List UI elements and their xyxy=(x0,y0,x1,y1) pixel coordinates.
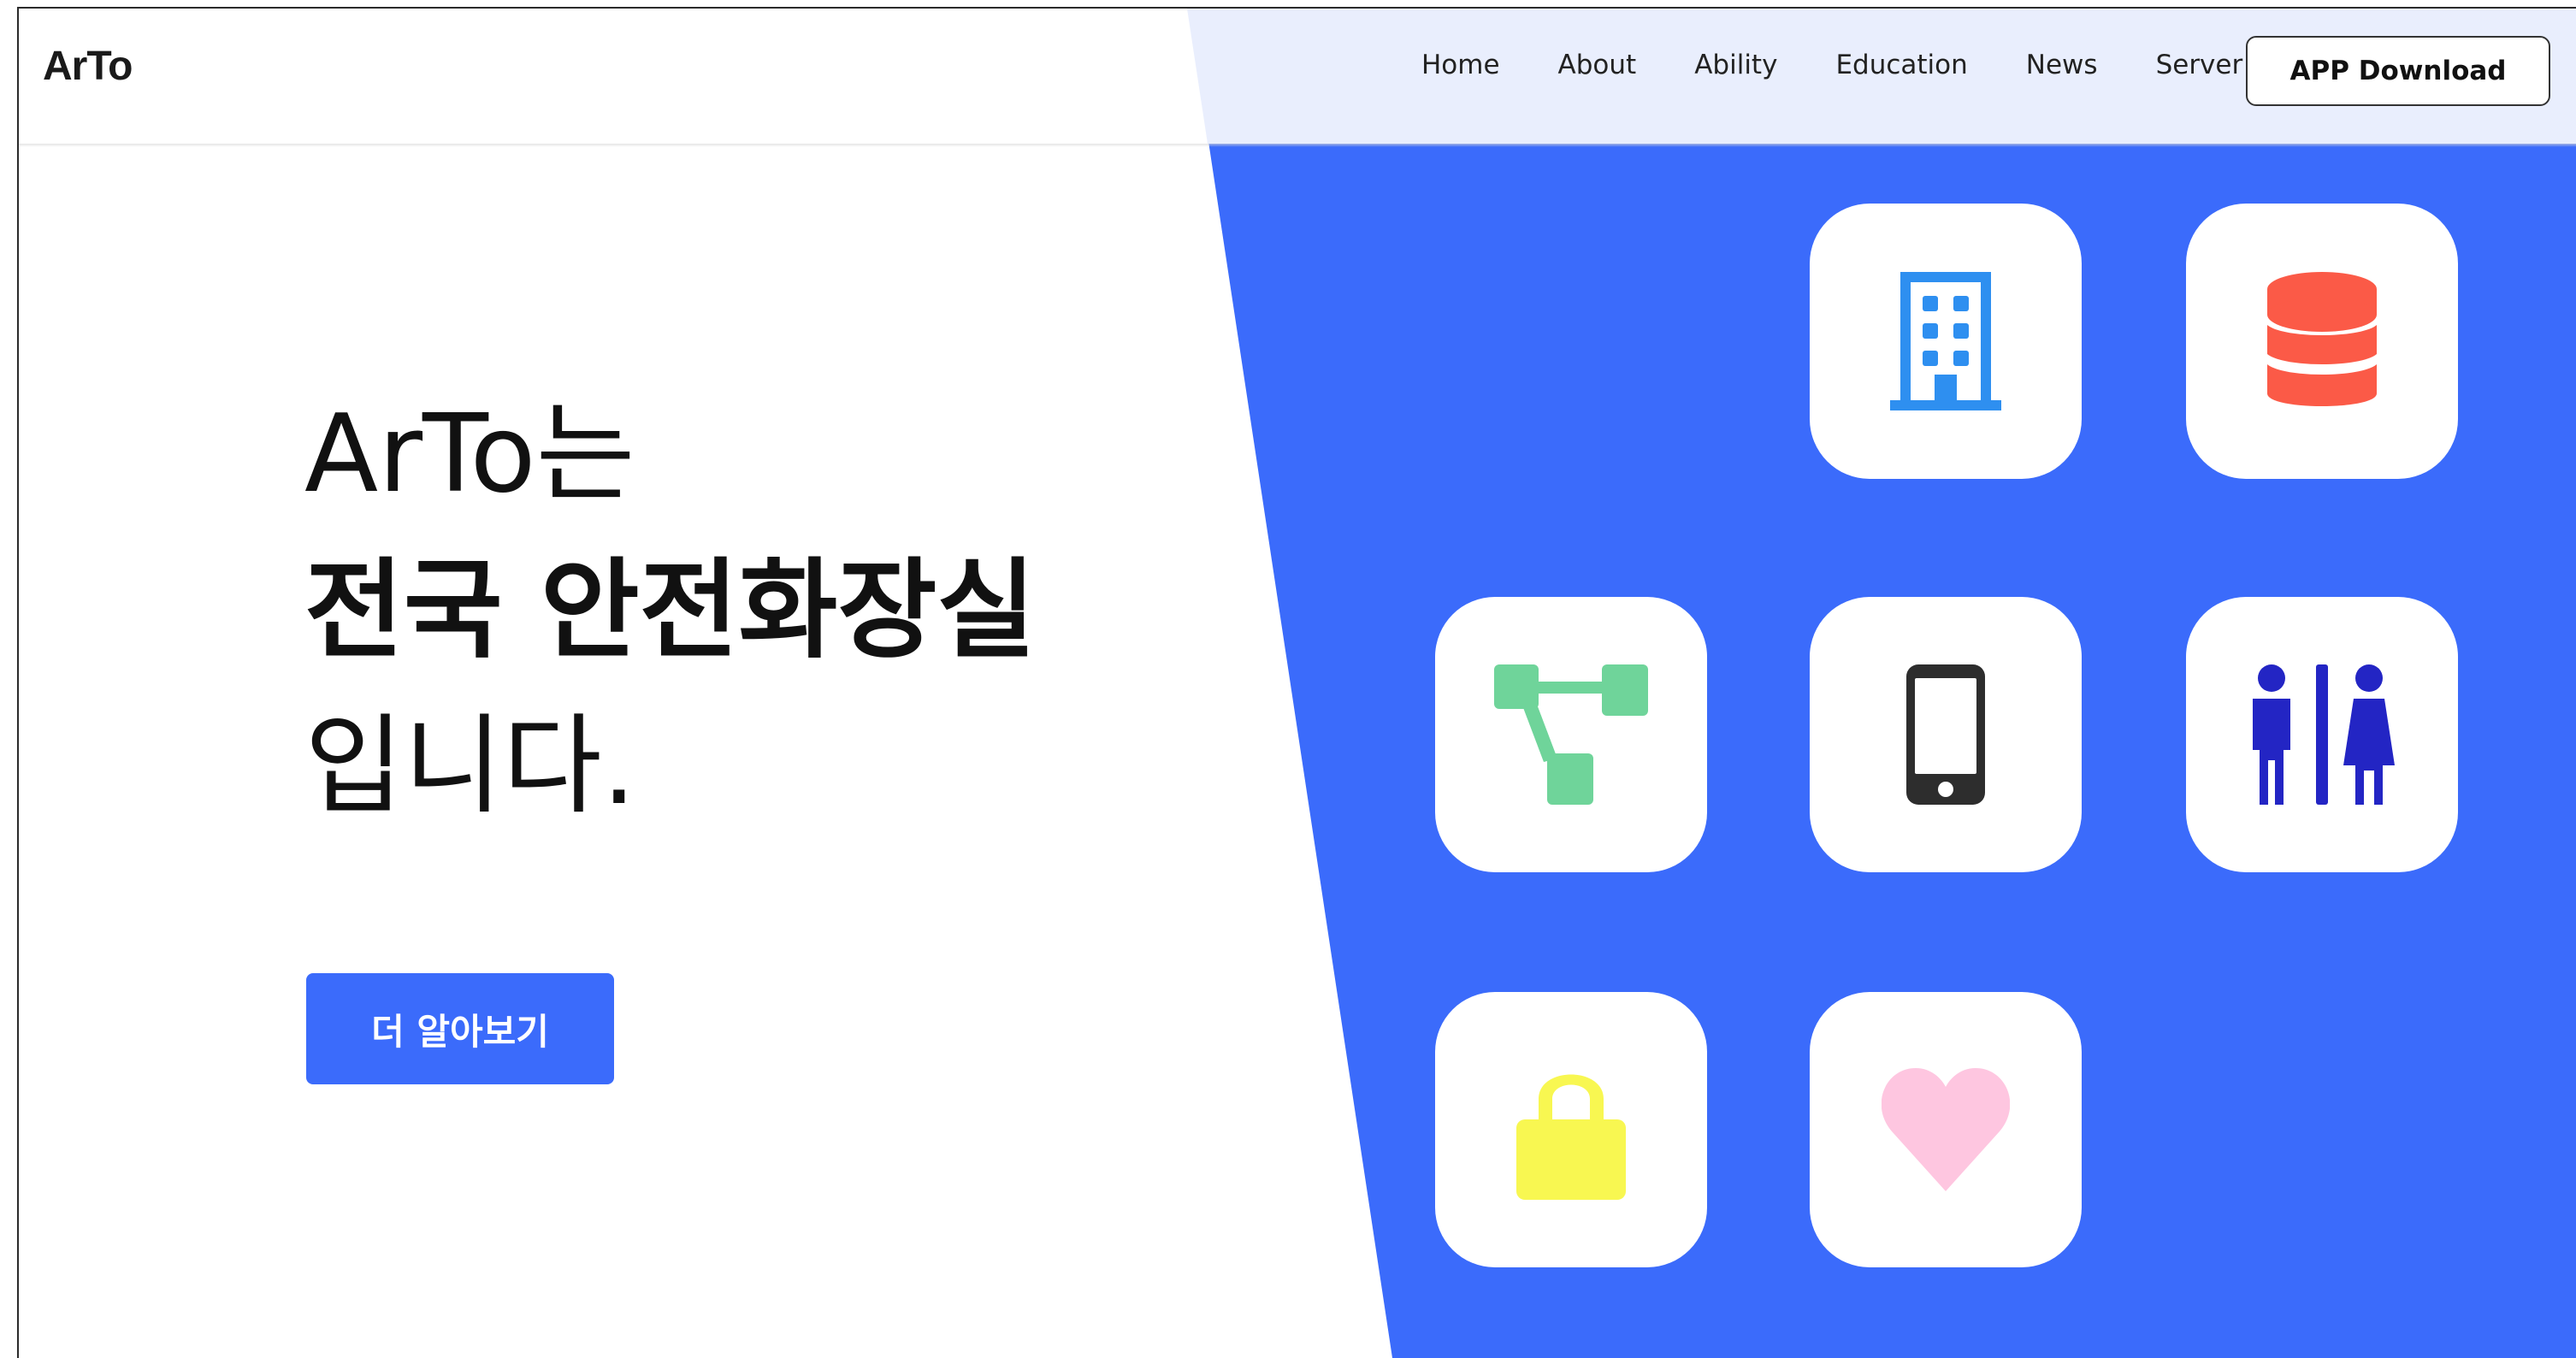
headline-line-3: 입니다. xyxy=(304,703,636,830)
nav-education[interactable]: Education xyxy=(1835,50,1967,80)
lock-icon xyxy=(1516,1074,1626,1200)
smartphone-tile[interactable] xyxy=(1810,597,2082,872)
nav-about[interactable]: About xyxy=(1558,50,1637,80)
database-tile[interactable] xyxy=(2186,204,2458,479)
network-tile[interactable] xyxy=(1435,597,1707,872)
nav-news[interactable]: News xyxy=(2026,50,2098,80)
headline-line-2: 전국 안전화장실 xyxy=(304,546,1037,673)
building-icon xyxy=(1890,272,2001,410)
lock-tile[interactable] xyxy=(1435,992,1707,1267)
heart-icon xyxy=(1882,1068,2010,1191)
app-download-button[interactable]: APP Download xyxy=(2246,36,2550,106)
learn-more-button[interactable]: 더 알아보기 xyxy=(306,973,614,1084)
hero-headline: ArTo는 전국 안전화장실 입니다. xyxy=(304,376,1036,845)
main-nav: Home About Ability Education News Server xyxy=(1421,50,2242,80)
database-icon xyxy=(2267,272,2377,406)
nav-ability[interactable]: Ability xyxy=(1694,50,1777,80)
site-logo[interactable]: ArTo xyxy=(43,43,133,90)
heart-tile[interactable] xyxy=(1810,992,2082,1267)
page: ArTo Home About Ability Education News S… xyxy=(0,0,2576,1358)
site-header: ArTo Home About Ability Education News S… xyxy=(19,9,2576,144)
nav-server[interactable]: Server xyxy=(2156,50,2243,80)
nav-home[interactable]: Home xyxy=(1421,50,1500,80)
restroom-icon xyxy=(2253,664,2395,805)
headline-line-1: ArTo는 xyxy=(304,391,635,517)
building-tile[interactable] xyxy=(1810,204,2082,479)
restroom-tile[interactable] xyxy=(2186,597,2458,872)
smartphone-icon xyxy=(1906,664,1985,805)
network-icon xyxy=(1494,664,1648,805)
